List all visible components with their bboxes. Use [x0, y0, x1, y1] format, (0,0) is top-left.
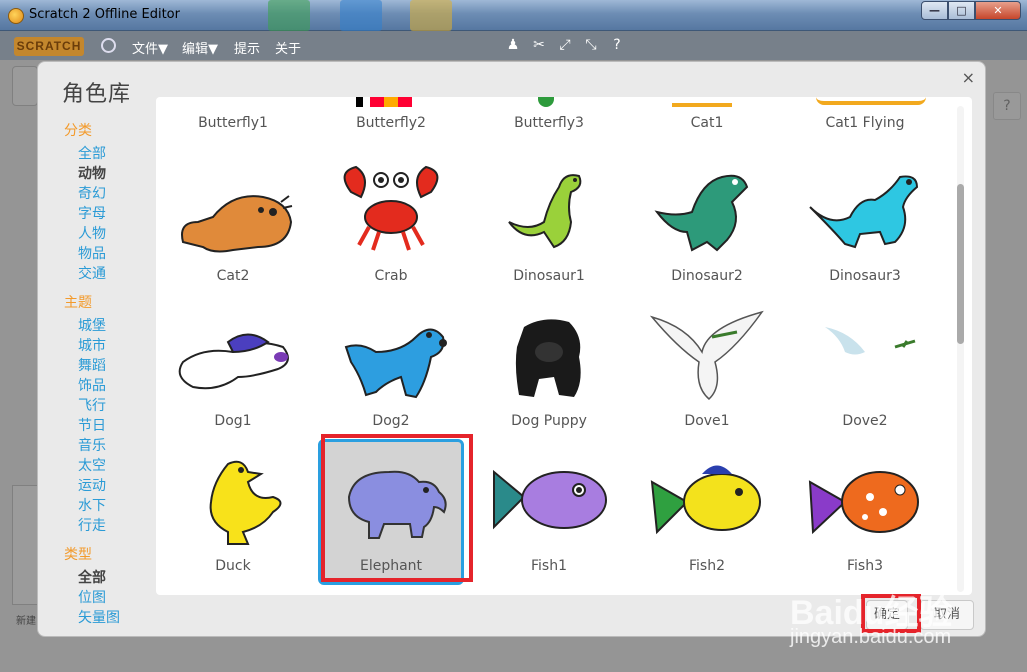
sprite-label: Crab — [374, 268, 408, 284]
grow-icon[interactable]: ⤢ — [557, 38, 573, 53]
dove1-thumbnail — [649, 310, 764, 401]
watermark-url: jingyan.baidu.com — [790, 626, 952, 648]
dog1-thumbnail — [178, 333, 289, 390]
sprite-tile-dinosaur3[interactable]: Dinosaur3 — [792, 152, 938, 292]
sprite-label: Butterfly3 — [514, 115, 584, 131]
sprite-tile-dove2[interactable]: Dove2 — [792, 297, 938, 437]
sprite-tile-fish1[interactable]: Fish1 — [476, 442, 622, 582]
fish3-thumbnail — [808, 471, 919, 535]
sprite-label: Cat2 — [216, 268, 250, 284]
cut-icon[interactable]: ✂ — [531, 38, 547, 53]
window-controls: — □ ✕ — [921, 1, 1021, 20]
window-title: Scratch 2 Offline Editor — [29, 7, 180, 22]
dinosaur2-thumbnail — [654, 174, 749, 252]
menu-file[interactable]: 文件▼ — [132, 38, 168, 57]
sprite-tile-crab[interactable]: Crab — [318, 152, 464, 292]
sprite-label: Dove2 — [842, 413, 888, 429]
sprite-label: Dinosaur3 — [829, 268, 901, 284]
type-vector[interactable]: 矢量图 — [64, 608, 174, 628]
shrink-icon[interactable]: ⤡ — [583, 38, 599, 53]
sprite-label: Fish2 — [689, 558, 725, 574]
taskbar-preview-icon — [410, 0, 452, 31]
minimize-button[interactable]: — — [921, 1, 948, 20]
menu-edit[interactable]: 编辑▼ — [182, 38, 218, 57]
sprite-tile-fish2[interactable]: Fish2 — [634, 442, 780, 582]
sprite-tile-cat2[interactable]: Cat2 — [160, 152, 306, 292]
sprite-tile-dinosaur1[interactable]: Dinosaur1 — [476, 152, 622, 292]
dove2-thumbnail — [825, 327, 916, 355]
sprite-tile-dog-puppy[interactable]: Dog Puppy — [476, 297, 622, 437]
sprite-label: Dog Puppy — [511, 413, 587, 429]
fish2-thumbnail — [650, 465, 761, 535]
sprite-library-dialog: 角色库 × 分类 全部 动物 奇幻 字母 人物 物品 交通 主题 城堡 城市 舞… — [37, 61, 986, 637]
crab-thumbnail — [343, 165, 439, 251]
fish1-thumbnail — [493, 469, 607, 530]
sprite-tile-dog1[interactable]: Dog1 — [160, 297, 306, 437]
sprite-label: Duck — [215, 558, 251, 574]
sprite-tile-butterfly3[interactable]: Butterfly3 — [476, 115, 622, 139]
sprite-label: Dove1 — [684, 413, 730, 429]
sprite-label: Fish3 — [847, 558, 883, 574]
cat1-flying-art — [816, 97, 926, 105]
close-button[interactable]: ✕ — [975, 1, 1021, 20]
taskbar-preview-icon — [268, 0, 310, 31]
dialog-title: 角色库 — [62, 82, 132, 107]
sprite-label: Cat1 Flying — [825, 115, 905, 131]
sprite-label: Dog1 — [214, 413, 252, 429]
elephant-highlight-box — [321, 434, 473, 582]
menu-about[interactable]: 关于 — [275, 38, 301, 57]
dialog-close-icon[interactable]: × — [962, 68, 975, 87]
language-globe-icon[interactable] — [101, 38, 116, 53]
sprite-label: Cat1 — [690, 115, 724, 131]
sprite-tile-dinosaur2[interactable]: Dinosaur2 — [634, 152, 780, 292]
sprite-label: Dinosaur2 — [671, 268, 743, 284]
stamp-icon[interactable]: ♟ — [505, 38, 521, 53]
cat1-art — [672, 97, 732, 107]
sprite-tile-duck[interactable]: Duck — [160, 442, 306, 582]
sprite-tile-cat1[interactable]: Cat1 — [634, 115, 780, 139]
dinosaur3-thumbnail — [809, 175, 919, 249]
cat2-thumbnail — [181, 195, 293, 253]
dog-puppy-thumbnail — [515, 319, 581, 397]
sprite-tile-dog2[interactable]: Dog2 — [318, 297, 464, 437]
scratch-cat-icon — [8, 8, 24, 24]
sprite-label: Dinosaur1 — [513, 268, 585, 284]
sprite-label: Fish1 — [531, 558, 567, 574]
sprite-tile-fish3[interactable]: Fish3 — [792, 442, 938, 582]
sprite-tile-dove1[interactable]: Dove1 — [634, 297, 780, 437]
sprite-label: Butterfly2 — [356, 115, 426, 131]
sprite-tile-butterfly1[interactable]: Butterfly1 — [160, 115, 306, 139]
sprite-label: Dog2 — [372, 413, 410, 429]
scrollbar-thumb[interactable] — [957, 184, 964, 344]
dog2-thumbnail — [344, 328, 447, 399]
sprite-label: Butterfly1 — [198, 115, 268, 131]
duck-thumbnail — [209, 460, 282, 545]
butterfly3-art — [538, 97, 554, 107]
dinosaur1-thumbnail — [508, 174, 582, 249]
sprite-tile-butterfly2[interactable]: Butterfly2 — [318, 115, 464, 139]
help-icon[interactable]: ? — [609, 38, 625, 53]
sprite-grid: Butterfly1 Butterfly2 Butterfly3 Cat1 Ca… — [156, 97, 972, 595]
sprite-tile-cat1-flying[interactable]: Cat1 Flying — [792, 115, 938, 139]
grid-scrollbar[interactable] — [957, 106, 964, 592]
maximize-button[interactable]: □ — [948, 1, 975, 20]
window-titlebar: Scratch 2 Offline Editor — □ ✕ — [0, 0, 1027, 31]
scratch-logo: SCRATCH — [14, 37, 84, 56]
menu-tips[interactable]: 提示 — [234, 38, 260, 57]
butterfly2-art — [356, 97, 426, 107]
taskbar-preview-icon — [340, 0, 382, 31]
